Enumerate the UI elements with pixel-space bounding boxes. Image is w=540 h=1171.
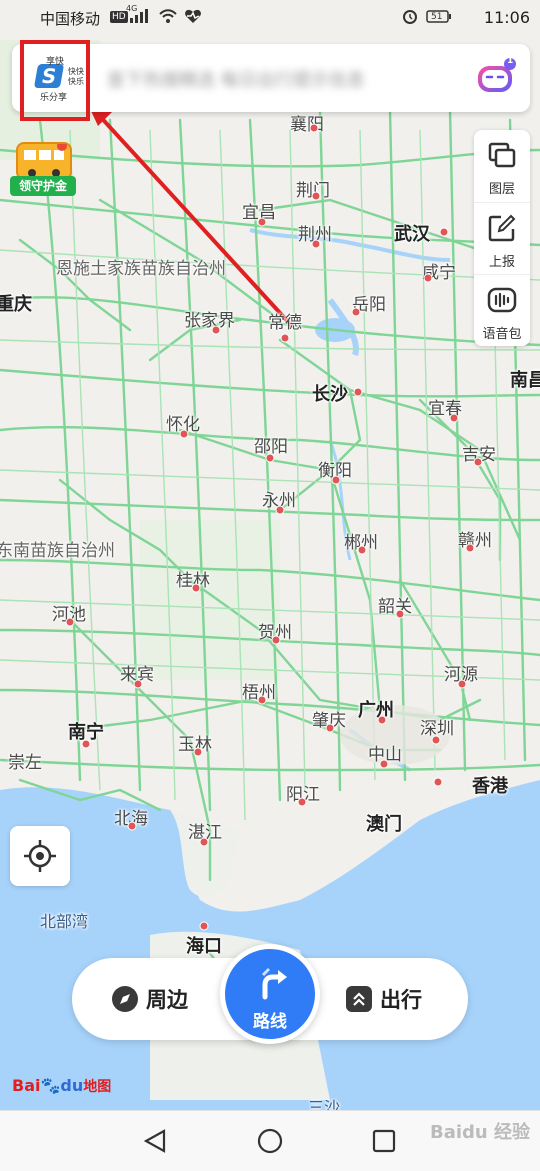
city-dot [395,609,405,619]
promo-label: 领守护金 [10,176,76,196]
city-dot [280,333,290,343]
clock: 11:06 [483,8,530,27]
city-dot [191,583,201,593]
nearby-button[interactable]: 周边 [112,980,188,1018]
city-dot [351,307,361,317]
city-dot [275,505,285,515]
travel-label: 出行 [380,988,422,1012]
alarm-icon [402,8,418,28]
layers-icon [488,142,516,168]
report-label: 上报 [488,255,515,270]
assistant-badge: 1 [507,56,514,66]
city-dot [257,217,267,227]
voice-assistant-icon[interactable]: 1 [476,56,516,98]
chevrons-up-icon [346,986,372,1012]
city-dot [193,747,203,757]
city-dot [271,635,281,645]
city-label: 武汉 [394,224,430,245]
voice-pack-label: 语音包 [482,327,522,342]
city-label: 常德 [268,313,302,333]
annotation-highlight-box [20,40,90,121]
locate-icon [24,840,56,872]
travel-button[interactable]: 出行 [346,980,422,1018]
nearby-label: 周边 [146,988,188,1012]
heart-rate-icon [184,8,202,28]
city-label: 澳门 [366,814,402,835]
city-label: 赣州 [458,531,492,551]
city-label: 张家界 [184,311,235,331]
city-label: 重庆 [0,294,32,315]
city-label: 恩施土家族苗族自治州 [56,259,226,279]
city-dot [377,715,387,725]
city-dot [439,227,449,237]
city-dot [179,429,189,439]
map-toolbar: 图层 上报 语音包 [474,130,530,346]
layers-button[interactable]: 图层 [474,130,530,202]
logo-brand2: du [60,1076,84,1095]
city-dot [473,457,483,467]
city-dot [433,777,443,787]
city-label: 南昌 [510,370,540,391]
promo-badge[interactable]: 领守护金 [10,136,76,198]
city-dot [309,123,319,133]
city-dot [325,723,335,733]
baidu-map-logo: Bai🐾du地图 [12,1076,111,1096]
report-button[interactable]: 上报 [474,202,530,275]
logo-brand: Bai [12,1076,41,1095]
city-dot [81,739,91,749]
carrier-label: 中国移动 [40,10,101,28]
home-icon[interactable] [257,1128,283,1154]
bus-icon [16,141,72,180]
city-dot [133,679,143,689]
city-dot [449,413,459,423]
city-dot [211,325,221,335]
route-label: 路线 [253,1012,287,1032]
city-dot [353,387,363,397]
city-dot [65,617,75,627]
city-dot [357,545,367,555]
city-dot [457,679,467,689]
city-label: 襄阳 [290,115,324,135]
locate-button[interactable] [10,826,70,886]
edit-icon [488,214,516,242]
wifi-icon [158,8,178,28]
city-dot [331,475,341,485]
status-bar: 中国移动 HD 4G 51 11:06 [0,0,540,36]
city-label: 东南苗族自治州 [0,541,115,561]
search-placeholder[interactable]: 查下热搜精选 每日出行提示信息 [107,66,365,91]
compass-icon [112,986,138,1012]
city-label: 崇左 [8,753,42,773]
city-dot [199,921,209,931]
watermark-text: Baidu 经验 [429,1122,530,1143]
back-icon[interactable] [143,1129,166,1153]
turn-right-icon [261,967,287,1000]
city-dot [199,837,209,847]
city-dot [297,797,307,807]
voice-pack-button[interactable]: 语音包 [474,274,530,347]
network-type-label: 4G [126,4,138,13]
city-label: 长沙 [312,384,348,405]
city-dot [257,695,267,705]
logo-paw-icon: 🐾 [40,1076,61,1095]
battery-level: 51 [431,12,443,22]
city-dot [379,759,389,769]
city-dot [311,239,321,249]
logo-suffix: 地图 [83,1079,112,1095]
route-button[interactable]: 路线 [220,944,320,1044]
city-label: 海口 [186,936,222,957]
city-label: 香港 [472,776,508,797]
voice-pack-icon [487,287,517,313]
city-dot [431,735,441,745]
city-label: 北部湾 [40,912,89,931]
city-dot [265,453,275,463]
city-dot [465,543,475,553]
layers-label: 图层 [488,182,515,197]
city-dot [127,821,137,831]
recents-icon[interactable] [372,1129,396,1153]
city-dot [311,191,321,201]
city-dot [423,273,433,283]
city-label: 广州 [358,700,394,721]
